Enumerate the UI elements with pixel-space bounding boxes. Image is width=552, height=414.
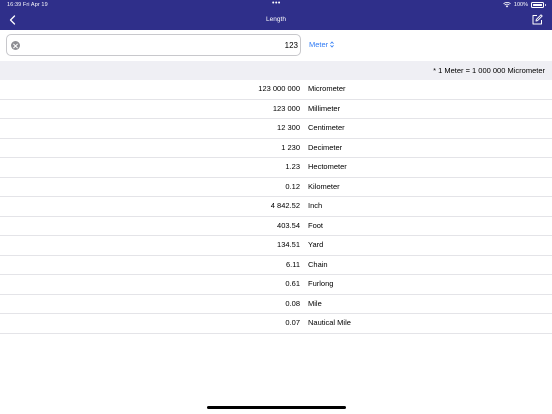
result-row[interactable]: 0.12 Kilometer xyxy=(0,178,552,197)
battery-icon xyxy=(531,2,546,8)
result-value: 6.11 xyxy=(285,259,300,269)
result-value: 4 842.52 xyxy=(270,201,300,210)
unit-selector[interactable]: Meter xyxy=(309,40,334,49)
result-value: 0.61 xyxy=(285,279,300,288)
result-row[interactable]: 12 300 Centimeter xyxy=(0,119,552,139)
result-value: 0.07 xyxy=(285,318,300,327)
up-down-chevron-icon xyxy=(330,41,334,48)
conversion-info-bar: * 1 Meter = 1 000 000 Micrometer xyxy=(0,61,552,80)
result-value: 1 230 xyxy=(281,142,300,152)
result-unit: Chain xyxy=(308,259,328,269)
result-row[interactable]: 403.54 Foot xyxy=(0,217,552,236)
result-value: 134.51 xyxy=(277,240,300,249)
result-unit: Decimeter xyxy=(308,142,343,152)
conversion-input-row: Meter xyxy=(0,30,552,61)
result-row[interactable]: 123 000 000 Micrometer xyxy=(0,80,552,100)
result-row[interactable]: 4 842.52 Inch xyxy=(0,197,552,217)
result-unit: Millimeter xyxy=(308,103,341,113)
result-row[interactable]: 6.11 Chain xyxy=(0,256,552,275)
result-unit: Micrometer xyxy=(308,84,346,93)
result-unit: Yard xyxy=(308,240,324,249)
value-input[interactable] xyxy=(25,38,298,52)
result-unit: Nautical Mile xyxy=(308,318,351,327)
result-row[interactable]: 0.61 Furlong xyxy=(0,275,552,295)
result-unit: Kilometer xyxy=(308,181,340,191)
compose-icon[interactable] xyxy=(531,14,543,26)
unit-selector-label: Meter xyxy=(309,40,329,49)
result-unit: Foot xyxy=(308,220,324,230)
result-unit: Hectometer xyxy=(308,162,347,171)
multitasking-dots[interactable]: ••• xyxy=(272,0,281,7)
result-value: 1.23 xyxy=(285,162,300,171)
result-unit: Mile xyxy=(308,298,322,308)
result-value: 403.54 xyxy=(277,220,300,230)
result-value: 123 000 000 xyxy=(258,84,300,93)
navigation-bar: 16:39 Fri Apr 19 ••• 100% Length xyxy=(0,0,552,30)
status-time: 16:39 Fri Apr 19 xyxy=(7,2,48,8)
result-unit: Centimeter xyxy=(308,123,345,132)
battery-percent: 100% xyxy=(513,2,528,8)
result-value: 0.12 xyxy=(285,181,300,191)
result-unit: Inch xyxy=(308,201,323,210)
conversion-info-text: * 1 Meter = 1 000 000 Micrometer xyxy=(433,66,545,75)
result-row[interactable]: 1.23 Hectometer xyxy=(0,158,552,178)
results-list: 123 000 000 Micrometer 123 000 Millimeter … xyxy=(0,80,552,334)
result-unit: Furlong xyxy=(308,279,334,288)
result-row[interactable]: 134.51 Yard xyxy=(0,236,552,256)
result-row[interactable]: 123 000 Millimeter xyxy=(0,100,552,119)
status-indicators: 100% xyxy=(503,2,546,8)
result-value: 123 000 xyxy=(272,103,300,113)
home-indicator[interactable] xyxy=(207,406,346,409)
result-row[interactable]: 0.07 Nautical Mile xyxy=(0,314,552,334)
value-field[interactable] xyxy=(6,34,301,56)
result-value: 0.08 xyxy=(285,298,300,308)
clear-icon[interactable] xyxy=(11,41,20,50)
result-row[interactable]: 0.08 Mile xyxy=(0,295,552,314)
wifi-icon xyxy=(503,2,511,8)
result-row[interactable]: 1 230 Decimeter xyxy=(0,139,552,158)
page-title: Length xyxy=(266,16,286,23)
result-value: 12 300 xyxy=(277,123,300,132)
